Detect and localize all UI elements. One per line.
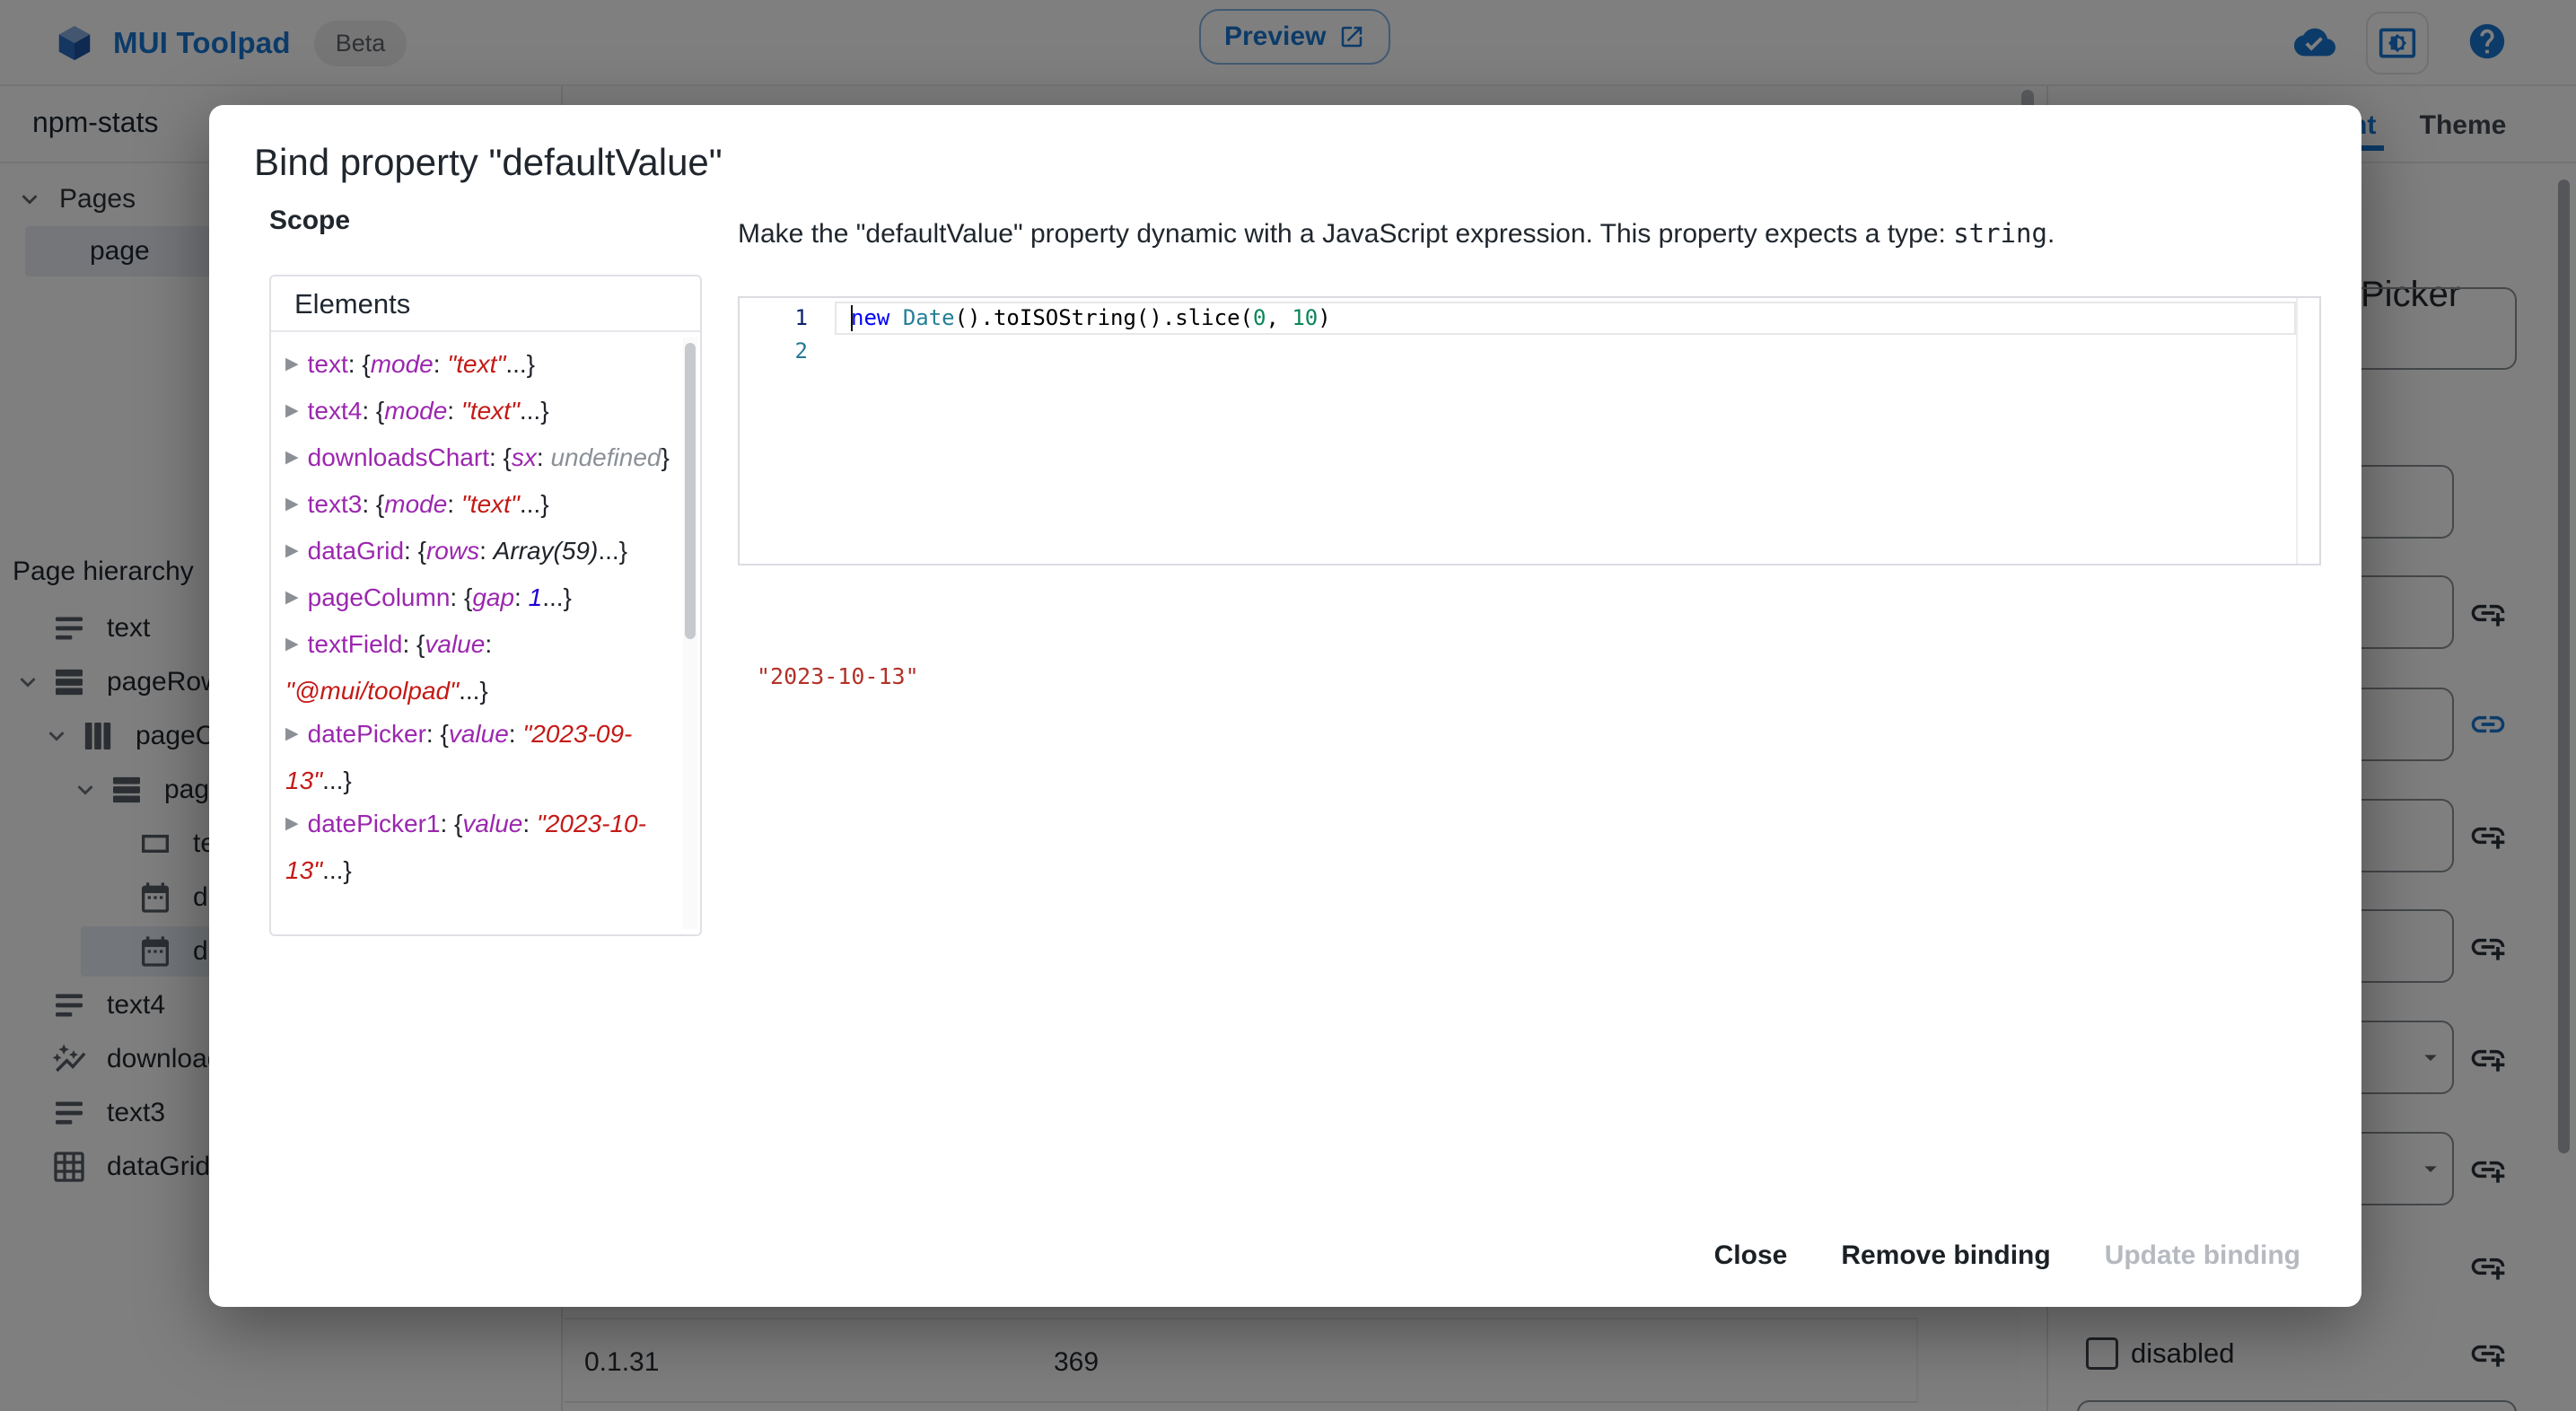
editor-line-1: 1 new Date().toISOString().slice(0, 10) bbox=[740, 302, 2292, 335]
scope-elements-panel: Elements ▶ text: {mode: "text"...} ▶ text4:… bbox=[269, 275, 702, 936]
description-period: . bbox=[2046, 219, 2055, 249]
expression-result-preview: "2023-10-13" bbox=[757, 663, 919, 689]
scope-item-preview-part: ...} bbox=[322, 856, 352, 884]
expand-triangle-icon[interactable]: ▶ bbox=[285, 436, 299, 479]
update-binding-button[interactable]: Update binding bbox=[2083, 1228, 2322, 1284]
scope-item-preview-part: : { bbox=[347, 350, 371, 378]
scope-item-preview-part: ...} bbox=[519, 490, 549, 518]
scope-elements-list: ▶ text: {mode: "text"...} ▶ text4: {mode: "… bbox=[271, 332, 700, 892]
scope-item-preview-part: : bbox=[447, 490, 461, 518]
scope-item-preview-part: "text" bbox=[460, 490, 520, 518]
scope-item-preview-part: : bbox=[447, 397, 461, 425]
scope-item-preview-part: mode bbox=[384, 397, 448, 425]
expand-triangle-icon[interactable]: ▶ bbox=[285, 623, 299, 666]
scope-item-preview-part: : { bbox=[488, 443, 512, 471]
line-number: 1 bbox=[794, 305, 808, 330]
scope-item-preview-part: : { bbox=[425, 720, 449, 748]
scope-item-preview-part: : bbox=[508, 720, 523, 748]
expand-triangle-icon[interactable]: ▶ bbox=[285, 530, 299, 573]
scope-item-preview-part: : { bbox=[450, 583, 473, 611]
scope-item-preview-part: : bbox=[433, 350, 448, 378]
scope-item-preview-part: gap bbox=[472, 583, 515, 611]
scope-item-text4[interactable]: ▶ text4: {mode: "text"...} bbox=[285, 390, 673, 436]
expand-triangle-icon[interactable]: ▶ bbox=[285, 802, 299, 846]
scope-item-preview-part: : bbox=[514, 583, 529, 611]
scope-item-name: text4 bbox=[307, 397, 363, 425]
scope-item-preview-part: : { bbox=[362, 490, 385, 518]
scope-elements-header: Elements bbox=[271, 276, 700, 332]
scope-item-preview-part: "text" bbox=[447, 350, 506, 378]
dialog-actions: Close Remove binding Update binding bbox=[1693, 1228, 2322, 1284]
scope-item-name: datePicker1 bbox=[307, 810, 441, 837]
scope-item-textField[interactable]: ▶ textField: {value: "@mui/toolpad"...} bbox=[285, 623, 673, 713]
scope-item-preview-part: : { bbox=[362, 397, 385, 425]
scope-item-preview-part: value bbox=[462, 810, 523, 837]
text-cursor bbox=[851, 305, 853, 331]
dialog-description: Make the "defaultValue" property dynamic… bbox=[738, 218, 2335, 250]
scope-item-preview-part: ...} bbox=[322, 767, 352, 794]
editor-scrollbar-rule bbox=[2296, 298, 2298, 564]
scope-item-preview-part: mode bbox=[384, 490, 448, 518]
scope-item-preview-part: Array(59) bbox=[493, 537, 599, 565]
expand-triangle-icon[interactable]: ▶ bbox=[285, 713, 299, 756]
scope-item-preview-part: ...} bbox=[505, 350, 536, 378]
js-expression-editor[interactable]: 1 new Date().toISOString().slice(0, 10) 2 bbox=[738, 296, 2321, 565]
expand-triangle-icon[interactable]: ▶ bbox=[285, 390, 299, 433]
scope-item-name: pageColumn bbox=[307, 583, 451, 611]
scope-item-name: text3 bbox=[307, 490, 363, 518]
scope-item-preview-part: ...} bbox=[542, 583, 572, 611]
scope-item-preview-part: "@mui/toolpad" bbox=[285, 677, 460, 705]
scope-item-preview-part: : { bbox=[404, 537, 426, 565]
scope-item-text3[interactable]: ▶ text3: {mode: "text"...} bbox=[285, 483, 673, 530]
scope-item-preview-part: value bbox=[425, 630, 486, 658]
scope-item-preview-part: mode bbox=[370, 350, 434, 378]
expand-triangle-icon[interactable]: ▶ bbox=[285, 343, 299, 386]
scope-item-dataGrid[interactable]: ▶ dataGrid: {rows: Array(59)...} bbox=[285, 530, 673, 576]
scope-item-name: downloadsChart bbox=[307, 443, 489, 471]
mui-toolpad-app: MUI Toolpad Beta Preview npm-stats Pages… bbox=[0, 0, 2576, 1411]
remove-binding-button[interactable]: Remove binding bbox=[1819, 1228, 2072, 1284]
scope-item-name: textField bbox=[307, 630, 403, 658]
scope-item-preview-part: 1 bbox=[528, 583, 543, 611]
scope-item-datePicker1[interactable]: ▶ datePicker1: {value: "2023-10-13"...} bbox=[285, 802, 673, 892]
scope-item-preview-part: ...} bbox=[459, 677, 488, 705]
code-text: new Date().toISOString().slice(0, 10) bbox=[851, 305, 1331, 330]
scope-item-text[interactable]: ▶ text: {mode: "text"...} bbox=[285, 343, 673, 390]
scope-item-preview-part: : bbox=[479, 537, 494, 565]
scope-item-preview-part: "text" bbox=[460, 397, 520, 425]
scope-label: Scope bbox=[269, 206, 351, 235]
scope-item-preview-part: : bbox=[522, 810, 537, 837]
scope-item-preview-part: : { bbox=[440, 810, 463, 837]
scope-item-preview-part: : bbox=[485, 630, 493, 658]
dialog-title: Bind property "defaultValue" bbox=[254, 141, 723, 183]
description-text: Make the "defaultValue" property dynamic… bbox=[738, 219, 1954, 249]
scope-item-preview-part: : { bbox=[402, 630, 425, 658]
scope-item-name: dataGrid bbox=[307, 537, 405, 565]
scope-item-downloadsChart[interactable]: ▶ downloadsChart: {sx: undefined} bbox=[285, 436, 673, 483]
scope-item-preview-part: undefined bbox=[550, 443, 662, 471]
expand-triangle-icon[interactable]: ▶ bbox=[285, 576, 299, 619]
scope-item-name: datePicker bbox=[307, 720, 426, 748]
editor-lines: 1 new Date().toISOString().slice(0, 10) 2 bbox=[740, 302, 2292, 368]
editor-line-2: 2 bbox=[740, 335, 2292, 368]
scope-scrollbar-thumb[interactable] bbox=[685, 343, 696, 639]
scope-item-preview-part: } bbox=[661, 443, 670, 471]
scope-item-preview-part: value bbox=[448, 720, 509, 748]
scope-item-datePicker[interactable]: ▶ datePicker: {value: "2023-09-13"...} bbox=[285, 713, 673, 802]
scope-item-preview-part: : bbox=[536, 443, 551, 471]
scope-item-pageColumn[interactable]: ▶ pageColumn: {gap: 1...} bbox=[285, 576, 673, 623]
scope-item-preview-part: rows bbox=[425, 537, 480, 565]
line-number: 2 bbox=[794, 338, 808, 364]
expand-triangle-icon[interactable]: ▶ bbox=[285, 483, 299, 526]
scope-item-preview-part: ...} bbox=[519, 397, 549, 425]
bind-property-dialog: Bind property "defaultValue" Scope Eleme… bbox=[209, 105, 2361, 1307]
scope-item-name: text bbox=[307, 350, 348, 378]
expected-type-code: string bbox=[1953, 218, 2047, 249]
scope-scrollbar[interactable] bbox=[683, 337, 697, 929]
scope-item-preview-part: ...} bbox=[598, 537, 628, 565]
scope-item-preview-part: sx bbox=[511, 443, 537, 471]
close-button[interactable]: Close bbox=[1693, 1228, 1809, 1284]
